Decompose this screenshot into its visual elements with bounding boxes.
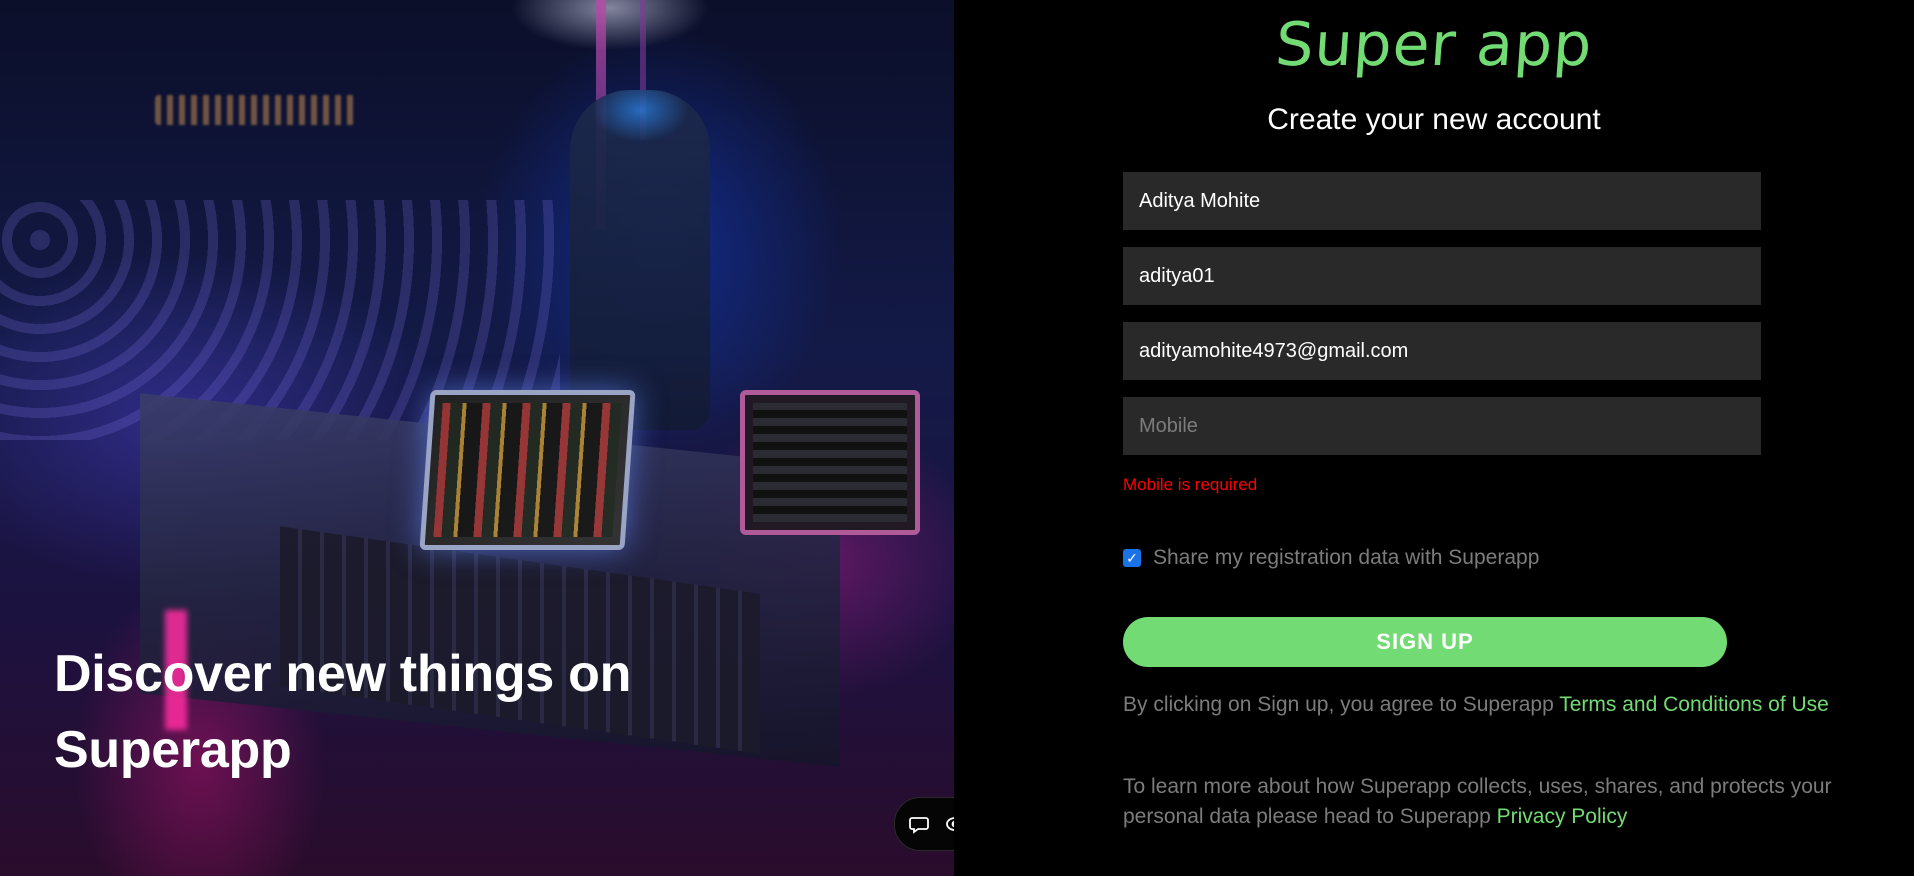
terms-prefix: By clicking on Sign up, you agree to Sup…: [1123, 693, 1560, 716]
signup-form-pane: Super app Create your new account Mobile…: [954, 0, 1914, 876]
share-data-row: ✓ Share my registration data with Supera…: [1123, 546, 1539, 570]
laptop-left: [419, 390, 636, 550]
privacy-text: To learn more about how Superapp collect…: [1123, 772, 1843, 832]
comment-icon[interactable]: [908, 813, 930, 835]
share-data-checkbox[interactable]: ✓: [1123, 549, 1141, 567]
terms-text: By clicking on Sign up, you agree to Sup…: [1123, 690, 1843, 720]
terms-link[interactable]: Terms and Conditions of Use: [1559, 693, 1829, 716]
privacy-prefix: To learn more about how Superapp collect…: [1123, 775, 1832, 828]
name-field[interactable]: [1123, 172, 1761, 230]
sign-up-button[interactable]: SIGN UP: [1123, 617, 1727, 667]
share-data-label: Share my registration data with Superapp: [1153, 546, 1540, 569]
privacy-policy-link[interactable]: Privacy Policy: [1497, 805, 1628, 828]
app-logo: Super app: [1273, 10, 1595, 80]
form-subtitle: Create your new account: [1267, 103, 1601, 136]
mobile-field[interactable]: [1123, 397, 1761, 455]
hero-title: Discover new things on Superapp: [54, 645, 632, 779]
hero-image: Discover new things on Superapp: [0, 0, 954, 876]
performer: [570, 90, 710, 430]
laptop-right: [740, 390, 920, 535]
username-field[interactable]: [1123, 247, 1761, 305]
email-field[interactable]: [1123, 322, 1761, 380]
venue-sign: [155, 95, 355, 125]
mobile-error-text: Mobile is required: [1123, 475, 1258, 494]
